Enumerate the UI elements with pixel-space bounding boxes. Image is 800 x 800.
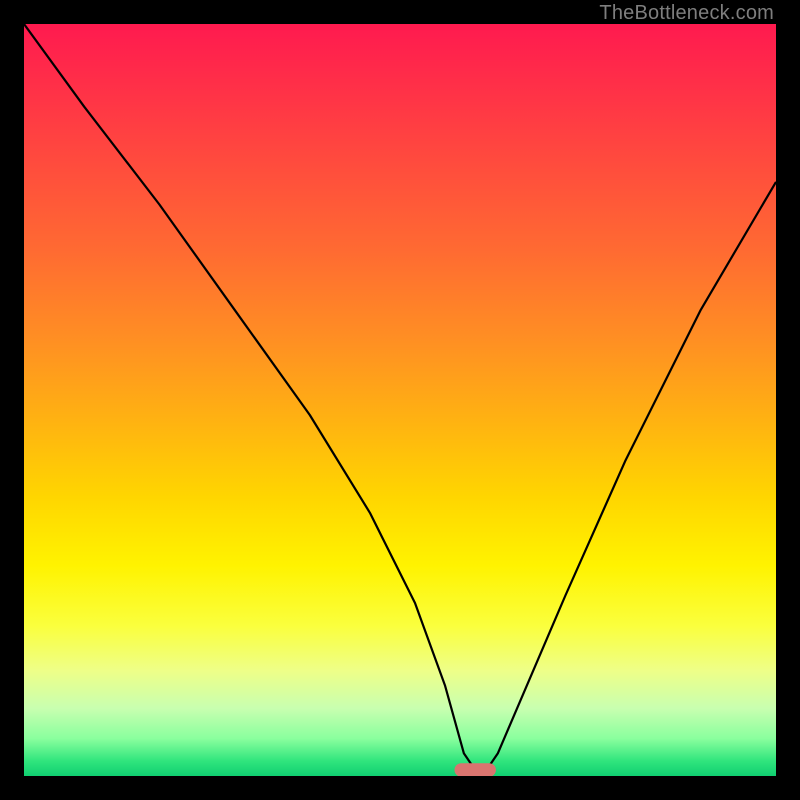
optimal-marker-pill — [455, 763, 496, 776]
bottleneck-curve-path — [24, 24, 776, 770]
watermark-text: TheBottleneck.com — [599, 2, 774, 25]
curve-layer — [24, 24, 776, 776]
plot-area — [24, 24, 776, 776]
chart-frame: TheBottleneck.com — [0, 0, 800, 800]
